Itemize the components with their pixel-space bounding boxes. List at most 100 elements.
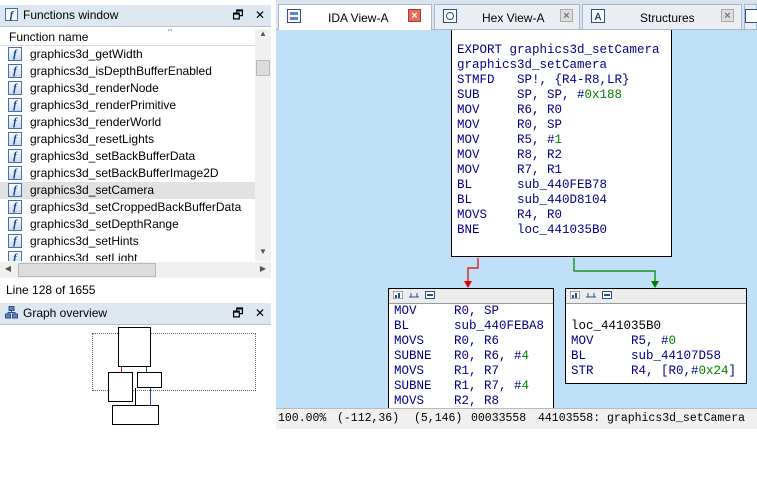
functions-vertical-scrollbar[interactable]: ▲ ▼ (255, 29, 271, 261)
overview-node (112, 405, 159, 425)
hscroll-thumb[interactable] (18, 263, 156, 277)
graph-overview-canvas[interactable] (0, 325, 271, 429)
asm-instruction[interactable]: BNEloc_441035B0 (452, 223, 671, 238)
structures-icon: A (591, 9, 605, 23)
close-icon[interactable]: ✕ (252, 7, 268, 23)
asm-mnemonic: BL (394, 319, 454, 334)
function-label[interactable]: graphics3d_setCamera (452, 58, 671, 73)
tab-structures[interactable]: A Structures × (582, 4, 742, 29)
asm-operands: sub_44107D58 (631, 349, 721, 363)
asm-instruction[interactable]: BLsub_440D8104 (452, 193, 671, 208)
function-list-item[interactable]: fgraphics3d_isDepthBufferEnabled (0, 63, 255, 80)
close-icon[interactable]: × (560, 9, 573, 22)
function-list-item[interactable]: fgraphics3d_setLight (0, 250, 255, 261)
function-list-item[interactable]: fgraphics3d_setBackBufferImage2D (0, 165, 255, 182)
asm-instruction[interactable]: SUBNER1, R7, #4 (389, 379, 553, 394)
asm-mnemonic: MOV (571, 334, 631, 349)
asm-instruction[interactable]: BLsub_440FEB78 (452, 178, 671, 193)
asm-instruction[interactable]: MOVSR0, R6 (389, 334, 553, 349)
asm-mnemonic: MOV (394, 304, 454, 319)
node-label[interactable]: loc_441035B0 (566, 319, 746, 334)
asm-operands: R5, # (517, 133, 555, 147)
tab-hex-view-a[interactable]: Hex View-A × (434, 4, 580, 29)
float-window-icon[interactable]: 🗗 (230, 305, 246, 321)
graph-node-main[interactable]: EXPORT graphics3d_setCameragraphics3d_se… (451, 30, 672, 257)
function-list-item[interactable]: fgraphics3d_renderPrimitive (0, 97, 255, 114)
asm-instruction[interactable]: MOVSR1, R7 (389, 364, 553, 379)
function-list-item[interactable]: fgraphics3d_setCamera (0, 182, 255, 199)
asm-immediate: 4 (522, 349, 530, 363)
mouse-coordinates: (-112,36) (337, 412, 399, 425)
sort-ascending-icon: ^ (168, 29, 172, 36)
node-collapse-icon[interactable] (602, 291, 612, 299)
asm-mnemonic: MOV (457, 148, 517, 163)
overview-node (118, 327, 151, 367)
asm-instruction[interactable]: MOVR5, #0 (566, 334, 746, 349)
function-icon: f (8, 115, 22, 129)
scroll-left-icon[interactable]: ◀ (0, 264, 16, 273)
scroll-right-icon[interactable]: ▶ (255, 264, 271, 273)
graph-view[interactable]: EXPORT graphics3d_setCameragraphics3d_se… (276, 30, 757, 408)
function-list-item[interactable]: fgraphics3d_renderWorld (0, 114, 255, 131)
asm-mnemonic: MOV (457, 103, 517, 118)
function-icon: f (8, 132, 22, 146)
tab-label: Hex View-A (482, 11, 544, 25)
tab-bar: IDA View-A × Hex View-A × A Structures × (276, 0, 757, 30)
graph-node-right[interactable]: loc_441035B0 MOVR5, #0BLsub_44107D58STRR… (565, 288, 747, 384)
tab-overflow[interactable] (744, 4, 757, 29)
asm-instruction[interactable]: BLsub_44107D58 (566, 349, 746, 364)
asm-instruction[interactable]: MOVR8, R2 (452, 148, 671, 163)
node-collapse-icon[interactable] (425, 291, 435, 299)
float-window-icon[interactable]: 🗗 (230, 7, 246, 23)
function-list-item[interactable]: fgraphics3d_setBackBufferData (0, 148, 255, 165)
tab-ida-view-a[interactable]: IDA View-A × (278, 4, 432, 30)
close-icon[interactable]: × (408, 9, 421, 22)
asm-operands: R4, [R0,# (631, 364, 699, 378)
function-list-item[interactable]: fgraphics3d_resetLights (0, 131, 255, 148)
node-color-icon[interactable] (570, 291, 580, 299)
current-location: 44103558: graphics3d_setCamera (538, 412, 745, 425)
function-list-item[interactable]: fgraphics3d_setCroppedBackBufferData (0, 199, 255, 216)
column-header-function-name[interactable]: Function name ^ (0, 29, 255, 46)
function-name: graphics3d_setCroppedBackBufferData (30, 200, 241, 214)
close-icon[interactable]: × (721, 9, 734, 22)
file-offset: 00033558 (471, 412, 526, 425)
asm-instruction[interactable]: MOVR7, R1 (452, 163, 671, 178)
export-header[interactable]: EXPORT graphics3d_setCamera (452, 43, 671, 58)
scroll-up-icon[interactable]: ▲ (255, 29, 271, 38)
asm-instruction[interactable]: MOVR6, R0 (452, 103, 671, 118)
ida-view-icon (287, 9, 301, 23)
asm-instruction[interactable]: SUBSP, SP, #0x188 (452, 88, 671, 103)
function-list-item[interactable]: fgraphics3d_renderNode (0, 80, 255, 97)
asm-instruction[interactable]: MOVR0, SP (389, 304, 553, 319)
node-color-icon[interactable] (393, 291, 403, 299)
asm-instruction[interactable]: SUBNER0, R6, #4 (389, 349, 553, 364)
asm-operands: R2, R8 (454, 394, 499, 408)
asm-instruction[interactable]: MOVSR4, R0 (452, 208, 671, 223)
scroll-down-icon[interactable]: ▼ (255, 247, 271, 256)
asm-instruction[interactable]: MOVSR2, R8 (389, 394, 553, 408)
node-group-icon[interactable] (586, 291, 596, 299)
scroll-thumb[interactable] (256, 60, 270, 76)
asm-operands: SP!, {R4-R8,LR} (517, 73, 630, 87)
close-icon[interactable]: ✕ (252, 305, 268, 321)
function-icon: f (8, 98, 22, 112)
graph-overview-title: Graph overview (23, 306, 107, 320)
asm-immediate: 0x24 (699, 364, 729, 378)
function-list-item[interactable]: fgraphics3d_setDepthRange (0, 216, 255, 233)
graph-node-left[interactable]: MOVR0, SPBLsub_440FEBA8MOVSR0, R6SUBNER0… (388, 288, 554, 408)
functions-list[interactable]: Function name ^ fgraphics3d_getWidthfgra… (0, 29, 255, 261)
asm-instruction[interactable]: MOVR5, #1 (452, 133, 671, 148)
asm-instruction[interactable]: STMFDSP!, {R4-R8,LR} (452, 73, 671, 88)
asm-mnemonic: MOVS (394, 364, 454, 379)
asm-instruction[interactable]: MOVR0, SP (452, 118, 671, 133)
function-list-item[interactable]: fgraphics3d_getWidth (0, 46, 255, 63)
asm-instruction[interactable]: BLsub_440FEBA8 (389, 319, 553, 334)
overview-edge (135, 388, 136, 406)
asm-instruction[interactable]: STRR4, [R0,#0x24] (566, 364, 746, 379)
function-list-item[interactable]: fgraphics3d_setHints (0, 233, 255, 250)
node-group-icon[interactable] (409, 291, 419, 299)
functions-window-titlebar: f Functions window 🗗 ✕ (0, 5, 271, 27)
asm-mnemonic: MOV (457, 133, 517, 148)
functions-horizontal-scrollbar[interactable]: ◀ ▶ (0, 262, 271, 278)
